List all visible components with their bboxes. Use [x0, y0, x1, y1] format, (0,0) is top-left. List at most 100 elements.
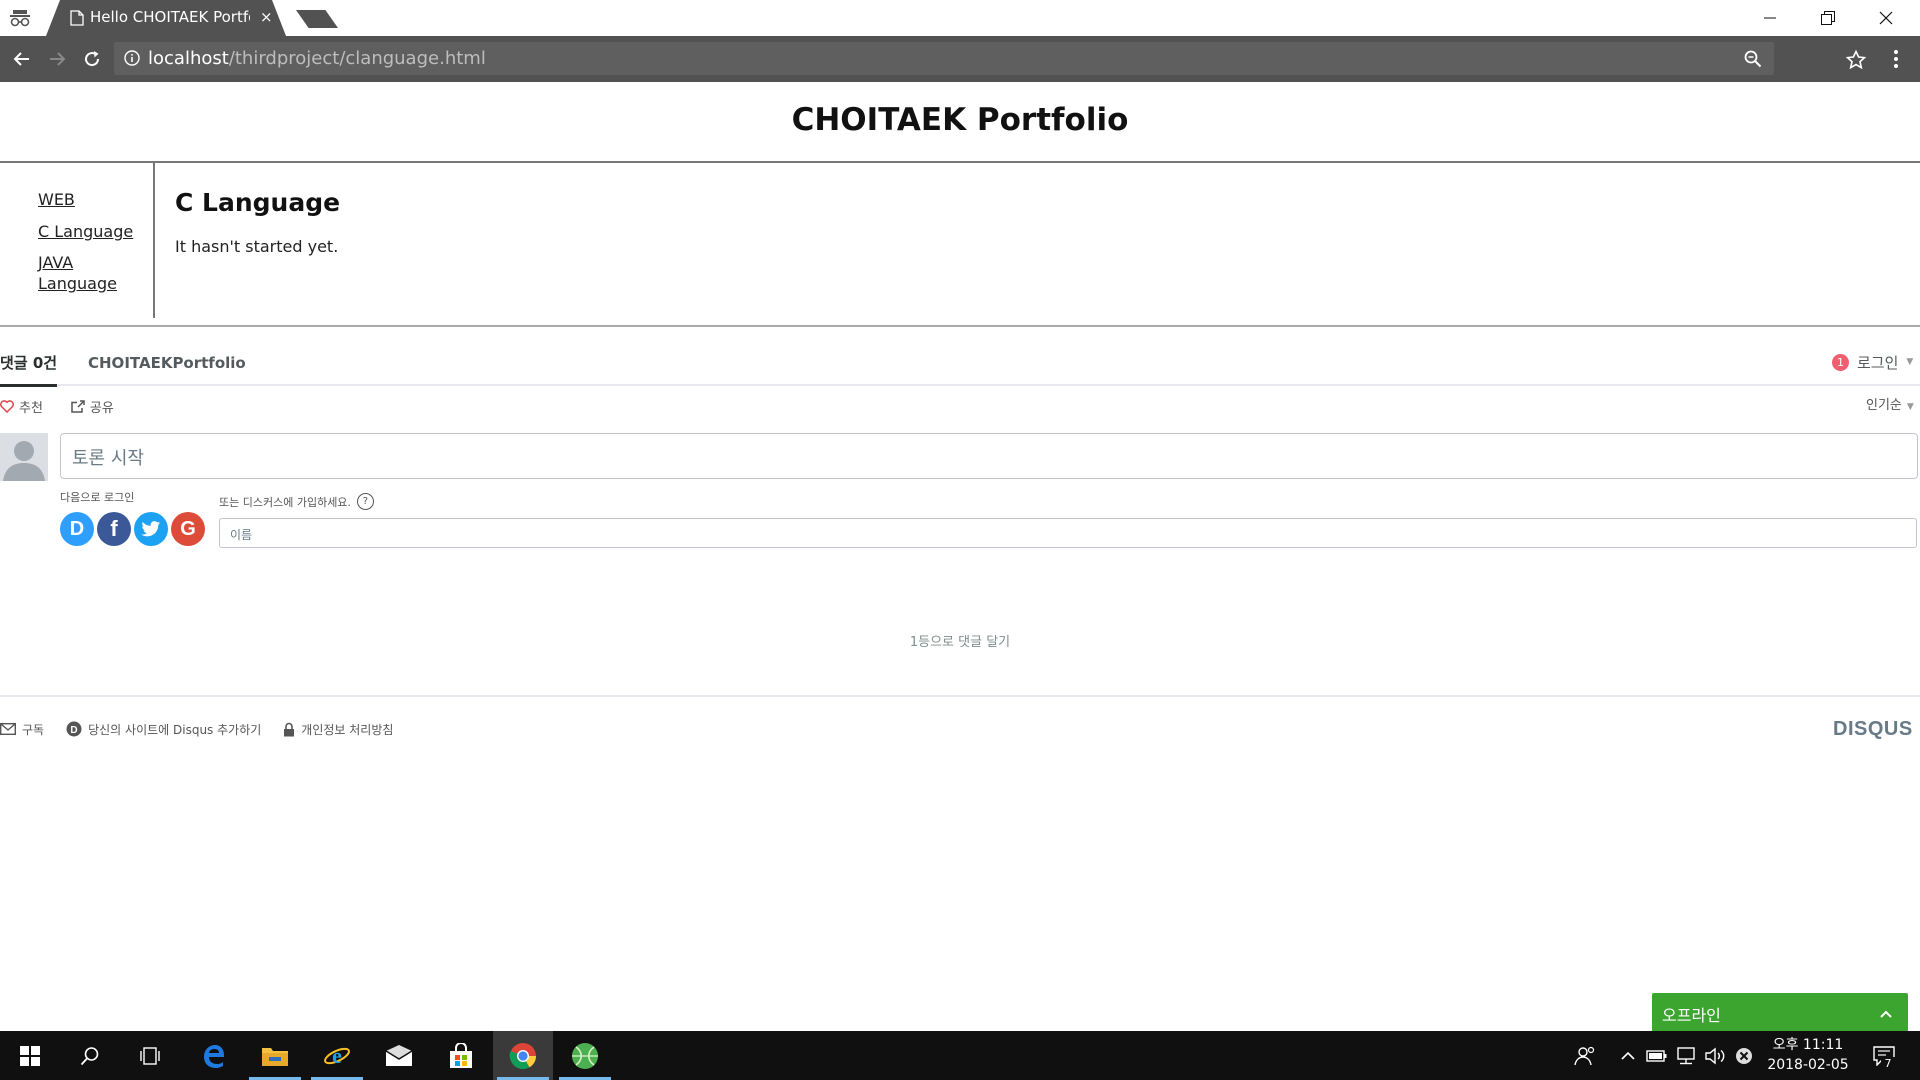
share-button[interactable]: 공유 [71, 397, 114, 416]
twitter-login-button[interactable] [134, 512, 168, 546]
info-icon[interactable] [124, 50, 140, 66]
minimize-button[interactable] [1742, 4, 1798, 32]
add-disqus-link[interactable]: D 당신의 사이트에 Disqus 추가하기 [66, 721, 261, 738]
browser-toolbar: localhost/thirdproject/clanguage.html [0, 36, 1920, 82]
url-host: localhost [148, 48, 229, 69]
share-label: 공유 [89, 400, 114, 416]
chevron-up-icon[interactable] [1878, 1005, 1894, 1018]
ie-icon: e [324, 1043, 350, 1068]
file-explorer-icon [262, 1047, 288, 1066]
chrome-app[interactable] [493, 1031, 553, 1080]
edge-app[interactable] [183, 1031, 243, 1080]
address-bar[interactable]: localhost/thirdproject/clanguage.html [114, 42, 1774, 75]
task-view-button[interactable] [120, 1031, 180, 1080]
privacy-link[interactable]: 개인정보 처리방침 [283, 721, 393, 738]
tab-comment-count[interactable]: 댓글 0건 [0, 352, 58, 387]
twitter-logo-icon [141, 520, 161, 536]
tab-title: Hello CHOITAEK Portfolio [90, 8, 250, 26]
disqus-d-icon: D [66, 721, 82, 737]
zoom-icon[interactable] [1744, 50, 1762, 68]
sort-label: 인기순 [1866, 398, 1902, 413]
system-clock[interactable]: 오후 11:11 2018-02-05 [1760, 1035, 1856, 1075]
disqus-login-button[interactable]: D [60, 512, 94, 546]
start-button[interactable] [0, 1031, 60, 1080]
people-button[interactable] [1570, 1031, 1600, 1080]
disqus-footer: 구독 D 당신의 사이트에 Disqus 추가하기 개인정보 처리방침 [0, 719, 415, 739]
login-with-label: 다음으로 로그인 [60, 491, 135, 504]
disqus-tabs: 댓글 0건 CHOITAEKPortfolio 1 로그인 ▼ [0, 344, 1920, 387]
caret-down-icon: ▼ [1906, 402, 1914, 412]
browser-menu-icon[interactable] [1886, 48, 1906, 70]
volume-indicator[interactable] [1701, 1031, 1729, 1080]
sidebar-divider [153, 163, 155, 318]
search-icon [80, 1046, 99, 1065]
back-arrow-icon [13, 52, 29, 66]
restore-button[interactable] [1800, 4, 1856, 32]
forward-button[interactable] [44, 46, 70, 72]
google-logo-icon: G [180, 517, 196, 540]
error-indicator[interactable] [1730, 1031, 1758, 1080]
content-text: It hasn't started yet. [175, 237, 339, 256]
mail-icon [0, 723, 16, 735]
name-placeholder: 이름 [230, 528, 253, 542]
other-app[interactable] [555, 1031, 615, 1080]
lock-icon [284, 722, 295, 736]
show-hidden-icons-button[interactable] [1614, 1031, 1642, 1080]
browser-tab-active[interactable]: Hello CHOITAEK Portfolio × [46, 0, 286, 36]
close-window-button[interactable] [1858, 4, 1914, 32]
search-button[interactable] [60, 1031, 120, 1080]
help-icon[interactable]: ? [356, 493, 374, 510]
add-disqus-label: 당신의 사이트에 Disqus 추가하기 [88, 722, 262, 737]
privacy-label: 개인정보 처리방침 [301, 722, 394, 737]
comment-input[interactable]: 토론 시작 [60, 433, 1918, 479]
site-title: CHOITAEK Portfolio [791, 102, 1129, 138]
mail-icon [385, 1044, 413, 1066]
new-tab-button[interactable] [296, 10, 338, 28]
mail-app[interactable] [369, 1031, 429, 1080]
facebook-login-button[interactable]: f [97, 512, 131, 546]
sort-dropdown[interactable]: 인기순 ▼ [1866, 394, 1914, 413]
battery-icon [1646, 1049, 1667, 1062]
clock-date: 2018-02-05 [1767, 1057, 1849, 1073]
network-indicator[interactable] [1672, 1031, 1700, 1080]
windows-taskbar: e 오후 11:11 2018-02-05 7 [0, 1031, 1920, 1080]
forward-arrow-icon [50, 52, 66, 66]
name-field[interactable]: 이름 [219, 518, 1917, 548]
disqus-brand-logo[interactable]: DISQUS [1833, 718, 1913, 741]
task-view-icon [140, 1046, 160, 1065]
incognito-icon [8, 8, 32, 28]
nav-link-java-language[interactable]: Language [38, 273, 117, 294]
battery-indicator[interactable] [1643, 1031, 1671, 1080]
recommend-button[interactable]: 추천 [0, 397, 43, 416]
nav-link-java[interactable]: JAVA [38, 252, 73, 273]
content-title: C Language [175, 188, 341, 217]
reload-button[interactable] [79, 46, 105, 72]
svg-text:D: D [70, 725, 77, 736]
reload-icon [85, 51, 100, 67]
tab-forum-name[interactable]: CHOITAEKPortfolio [88, 354, 246, 372]
tennis-ball-app-icon [572, 1042, 598, 1069]
back-button[interactable] [9, 46, 35, 72]
comment-placeholder: 토론 시작 [72, 448, 144, 469]
store-icon [450, 1042, 472, 1068]
login-dropdown[interactable]: 1 로그인 ▼ [1832, 352, 1913, 372]
bookmark-star-icon[interactable] [1845, 49, 1867, 70]
svg-text:e: e [332, 1043, 342, 1068]
internet-explorer-app[interactable]: e [307, 1031, 367, 1080]
action-center-button[interactable] [1866, 1031, 1902, 1080]
facebook-logo-icon: f [110, 516, 118, 541]
store-app[interactable] [431, 1031, 491, 1080]
header-divider [0, 161, 1920, 163]
subscribe-link[interactable]: 구독 [0, 721, 44, 738]
subscribe-label: 구독 [22, 722, 45, 737]
login-label: 로그인 [1857, 353, 1899, 372]
chevron-up-icon [1621, 1051, 1635, 1060]
heart-icon [0, 399, 14, 413]
file-explorer-app[interactable] [245, 1031, 305, 1080]
tab-close-icon[interactable]: × [260, 8, 276, 26]
google-login-button[interactable]: G [171, 512, 205, 546]
notification-count-badge: 7 [1881, 1057, 1895, 1071]
nav-link-web[interactable]: WEB [38, 189, 75, 210]
offline-chat-bar[interactable]: 오프라인 [1652, 993, 1908, 1031]
nav-link-c-language[interactable]: C Language [38, 221, 133, 242]
